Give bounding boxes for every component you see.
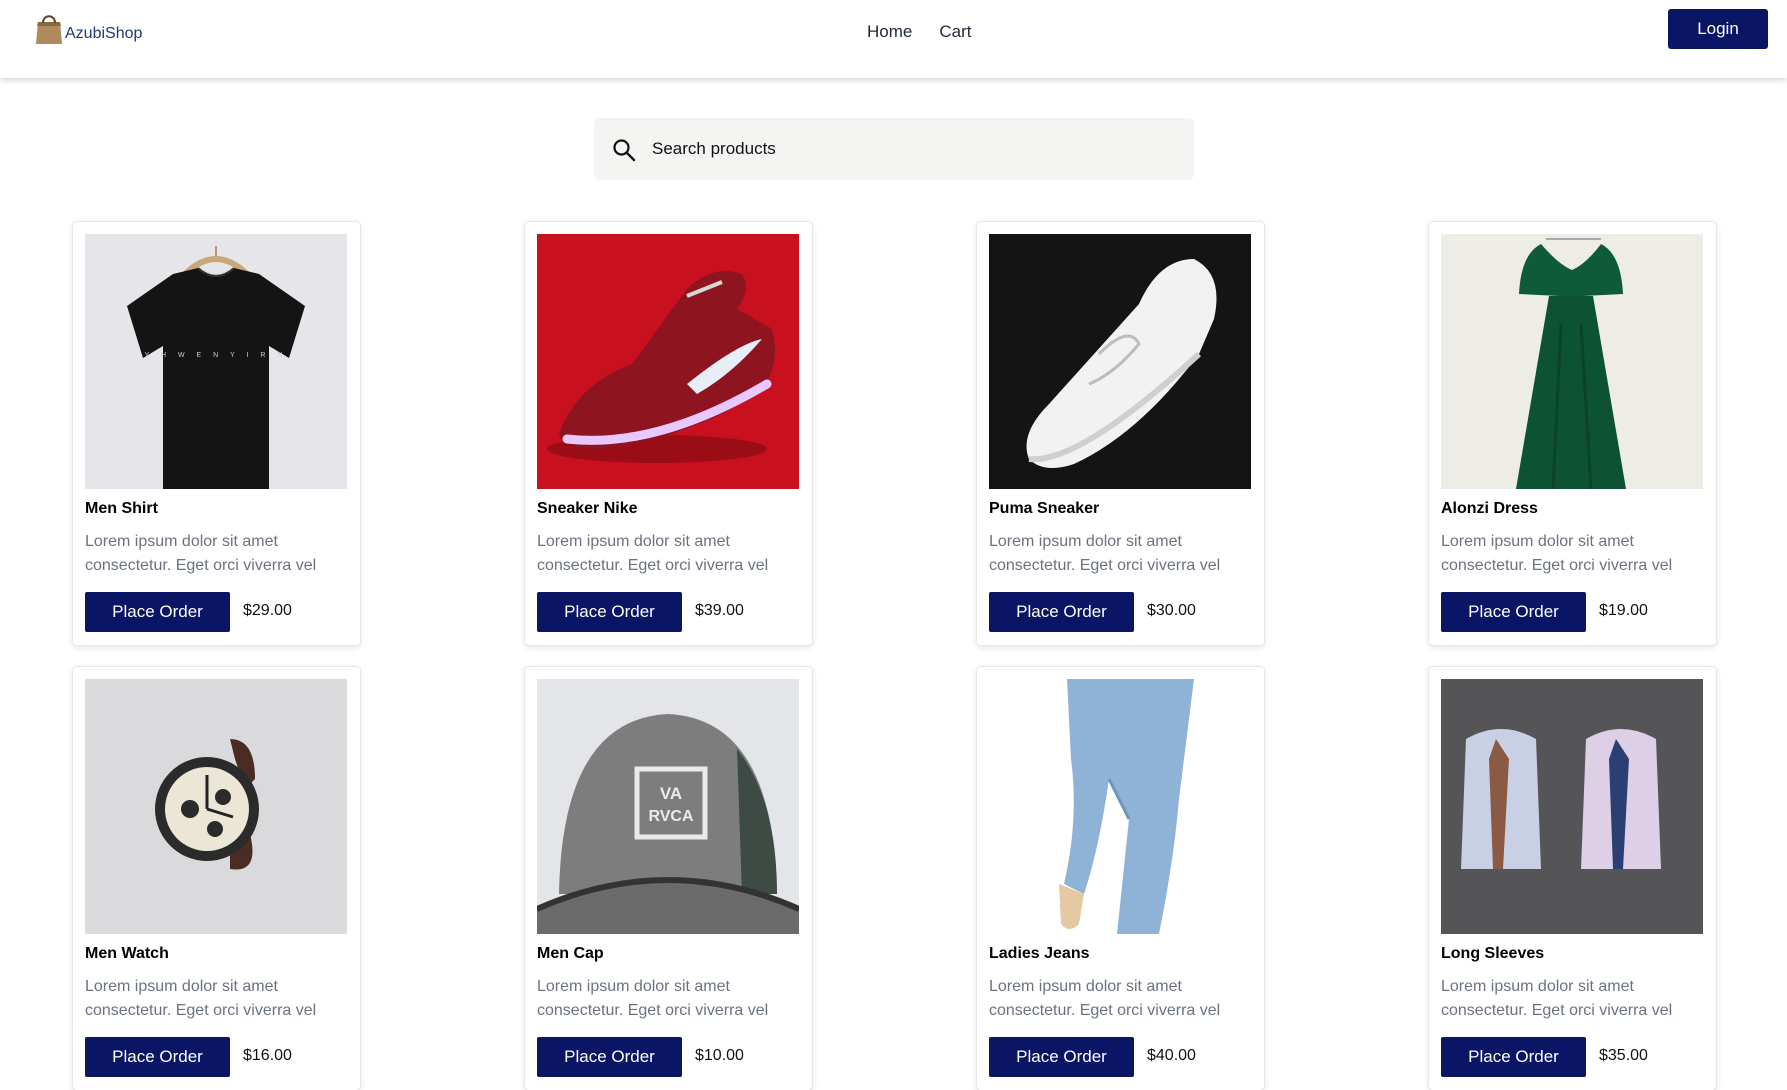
product-card: Puma Sneaker Lorem ipsum dolor sit amet … [976,221,1265,646]
grey-cap-image: VA RVCA [537,679,799,934]
product-description: Lorem ipsum dolor sit amet consectetur. … [85,978,317,1019]
product-card: Sneaker Nike Lorem ipsum dolor sit amet … [524,221,813,646]
place-order-button[interactable]: Place Order [989,592,1134,632]
product-description: Lorem ipsum dolor sit amet consectetur. … [537,533,769,574]
search-bar[interactable] [594,118,1194,180]
top-navbar: AzubiShop Home Cart Login [0,0,1787,78]
product-name: Men Shirt [85,500,158,517]
product-name: Alonzi Dress [1441,500,1538,517]
main-nav: Home Cart [867,22,971,42]
product-card: Y H W E N Y I R N Men Shirt Lorem ipsum … [72,221,361,646]
white-puma-sneaker-image [989,234,1251,489]
brand-logo[interactable]: AzubiShop [34,10,142,46]
cap-logo-top: VA [660,784,682,803]
product-price: $16.00 [243,1047,292,1064]
place-order-button[interactable]: Place Order [1441,592,1586,632]
product-description: Lorem ipsum dolor sit amet consectetur. … [989,978,1221,1019]
product-card: Alonzi Dress Lorem ipsum dolor sit amet … [1428,221,1717,646]
product-price: $40.00 [1147,1047,1196,1064]
product-description: Lorem ipsum dolor sit amet consectetur. … [85,533,317,574]
place-order-button[interactable]: Place Order [85,592,230,632]
place-order-button[interactable]: Place Order [85,1037,230,1077]
green-dress-image [1441,234,1703,489]
product-card: VA RVCA Men Cap Lorem ipsum dolor sit am… [524,666,813,1090]
brand-name: AzubiShop [65,25,143,42]
product-description: Lorem ipsum dolor sit amet consectetur. … [1441,978,1673,1019]
product-card: Ladies Jeans Lorem ipsum dolor sit amet … [976,666,1265,1090]
product-name: Long Sleeves [1441,945,1545,962]
dress-shirts-image [1441,679,1703,934]
product-description: Lorem ipsum dolor sit amet consectetur. … [989,533,1221,574]
product-price: $39.00 [695,602,744,619]
product-name: Ladies Jeans [989,945,1090,962]
cap-logo-bottom: RVCA [648,808,693,825]
nav-cart-link[interactable]: Cart [939,22,971,42]
wrist-watch-image [85,679,347,934]
product-description: Lorem ipsum dolor sit amet consectetur. … [537,978,769,1019]
place-order-button[interactable]: Place Order [1441,1037,1586,1077]
product-price: $10.00 [695,1047,744,1064]
red-nike-sneaker-image [537,234,799,489]
product-name: Puma Sneaker [989,500,1100,517]
shopping-bag-icon [34,10,64,46]
blue-jeans-image [989,679,1251,934]
place-order-button[interactable]: Place Order [537,592,682,632]
search-icon [612,138,636,162]
product-price: $19.00 [1599,602,1648,619]
search-input[interactable] [652,118,1172,180]
place-order-button[interactable]: Place Order [537,1037,682,1077]
product-description: Lorem ipsum dolor sit amet consectetur. … [1441,533,1673,574]
login-button[interactable]: Login [1668,9,1768,49]
product-name: Men Watch [85,945,169,962]
product-card: Men Watch Lorem ipsum dolor sit amet con… [72,666,361,1090]
place-order-button[interactable]: Place Order [989,1037,1134,1077]
product-price: $30.00 [1147,602,1196,619]
product-name: Sneaker Nike [537,500,638,517]
product-name: Men Cap [537,945,604,962]
product-card: Long Sleeves Lorem ipsum dolor sit amet … [1428,666,1717,1090]
product-price: $29.00 [243,602,292,619]
product-price: $35.00 [1599,1047,1648,1064]
black-tshirt-image: Y H W E N Y I R N [85,234,347,489]
nav-home-link[interactable]: Home [867,22,912,42]
svg-text:Y H W E N Y I R N: Y H W E N Y I R N [145,352,288,359]
